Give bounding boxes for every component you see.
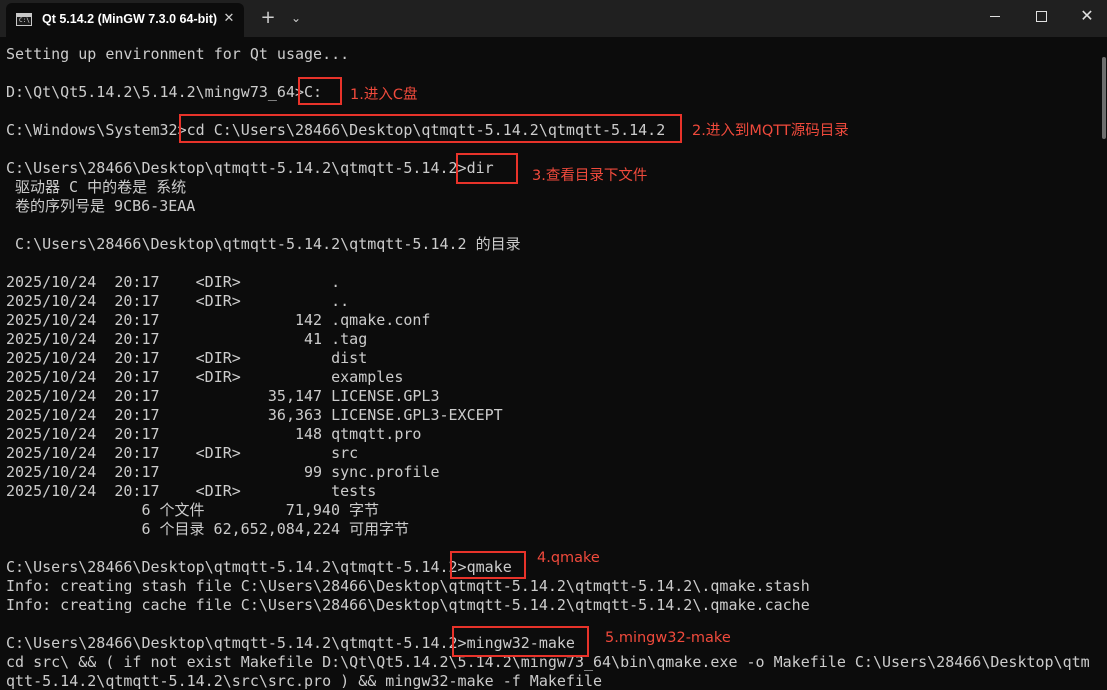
close-window-button[interactable]: ✕ (1064, 0, 1107, 32)
terminal-line: D:\Qt\Qt5.14.2\5.14.2\mingw73_64>C: (6, 83, 323, 101)
terminal-line: 卷的序列号是 9CB6-3EAA (6, 197, 196, 215)
terminal-line: C:\Users\28466\Desktop\qtmqtt-5.14.2\qtm… (6, 558, 512, 576)
terminal-line: 2025/10/24 20:17 <DIR> .. (6, 292, 350, 310)
terminal-line: 2025/10/24 20:17 35,147 LICENSE.GPL3 (6, 387, 440, 405)
minimize-button[interactable] (972, 0, 1018, 32)
terminal-line: Info: creating cache file C:\Users\28466… (6, 596, 810, 614)
maximize-button[interactable] (1018, 0, 1064, 32)
minimize-icon (990, 15, 1000, 17)
annotation-step3: 3.查看目录下文件 (532, 168, 648, 184)
tab-title: Qt 5.14.2 (MinGW 7.3.0 64-bit) (42, 12, 218, 26)
terminal-line: 2025/10/24 20:17 36,363 LICENSE.GPL3-EXC… (6, 406, 503, 424)
terminal-line: C:\Users\28466\Desktop\qtmqtt-5.14.2\qtm… (6, 159, 494, 177)
terminal-line: qtt-5.14.2\qtmqtt-5.14.2\src\src.pro ) &… (6, 672, 603, 690)
annotation-box-step3 (456, 153, 518, 184)
terminal-line: 2025/10/24 20:17 148 qtmqtt.pro (6, 425, 422, 443)
terminal-line: 2025/10/24 20:17 142 .qmake.conf (6, 311, 431, 329)
terminal-line: Info: creating stash file C:\Users\28466… (6, 577, 810, 595)
terminal-line: 2025/10/24 20:17 <DIR> dist (6, 349, 368, 367)
terminal-line: C:\Users\28466\Desktop\qtmqtt-5.14.2\qtm… (6, 235, 521, 253)
chevron-down-icon[interactable]: ⌄ (286, 8, 306, 28)
scrollbar-thumb[interactable] (1102, 57, 1106, 139)
annotation-step4: 4.qmake (537, 550, 600, 566)
close-tab-icon[interactable]: ✕ (220, 10, 238, 28)
title-bar: C:\ Qt 5.14.2 (MinGW 7.3.0 64-bit) ✕ + ⌄… (0, 0, 1107, 37)
terminal-line: 2025/10/24 20:17 41 .tag (6, 330, 368, 348)
terminal-line: Setting up environment for Qt usage... (6, 45, 350, 63)
terminal-line: 6 个文件 71,940 字节 (6, 501, 380, 519)
terminal-tab[interactable]: C:\ Qt 5.14.2 (MinGW 7.3.0 64-bit) ✕ (6, 3, 244, 37)
terminal-icon: C:\ (16, 13, 32, 26)
terminal-line: 2025/10/24 20:17 <DIR> src (6, 444, 359, 462)
terminal-line: 2025/10/24 20:17 <DIR> . (6, 273, 341, 291)
annotation-step5: 5.mingw32-make (605, 630, 731, 646)
new-tab-button[interactable]: + (258, 8, 278, 28)
annotation-step2: 2.进入到MQTT源码目录 (692, 123, 849, 139)
terminal-line: 2025/10/24 20:17 <DIR> examples (6, 368, 404, 386)
annotation-box-step2 (179, 114, 682, 143)
terminal-line: 2025/10/24 20:17 <DIR> tests (6, 482, 377, 500)
maximize-icon (1035, 10, 1047, 22)
annotation-box-step4 (450, 551, 526, 579)
terminal-line: 2025/10/24 20:17 99 sync.profile (6, 463, 440, 481)
annotation-box-step5 (452, 626, 589, 657)
terminal-line: 6 个目录 62,652,084,224 可用字节 (6, 520, 410, 538)
vertical-scrollbar[interactable] (1100, 37, 1107, 690)
annotation-box-step1 (298, 77, 342, 105)
terminal-line: 驱动器 C 中的卷是 系统 (6, 178, 187, 196)
annotation-step1: 1.进入C盘 (350, 87, 418, 103)
